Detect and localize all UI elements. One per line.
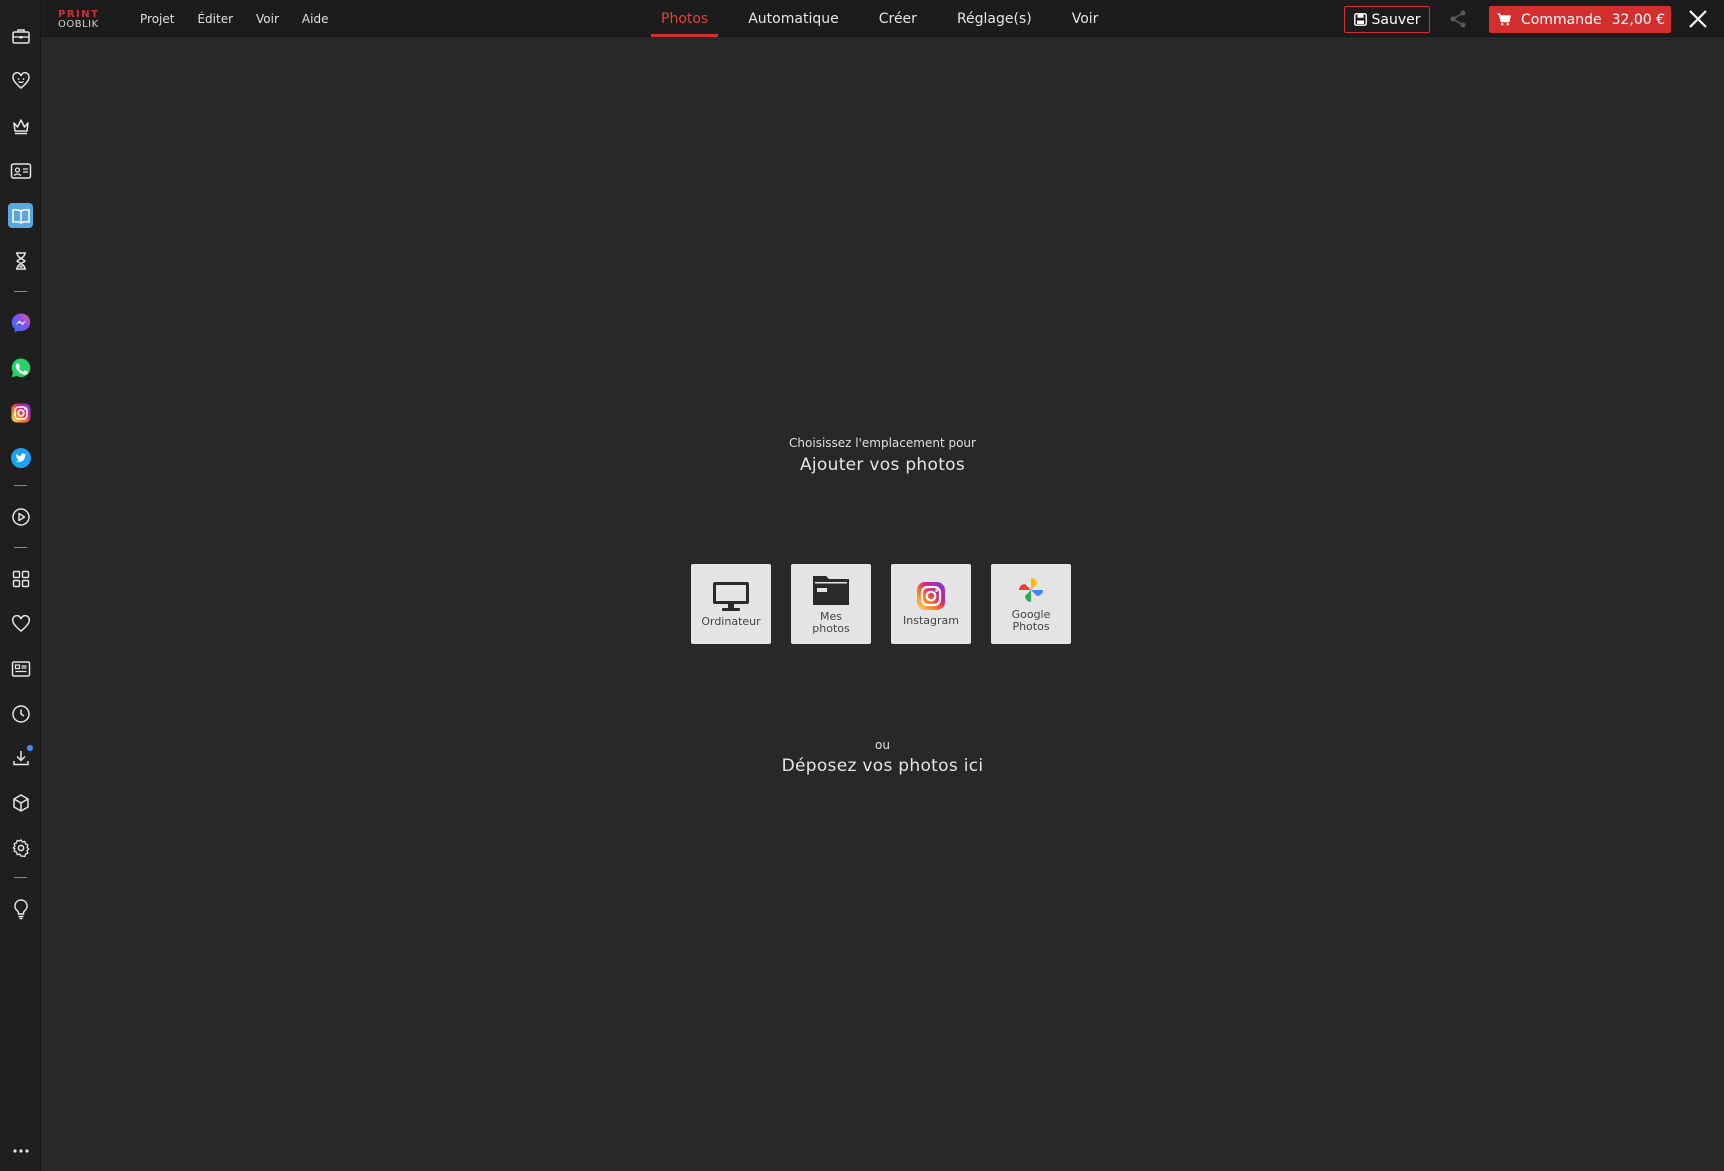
sidebar-divider	[14, 485, 27, 486]
tab-reglages[interactable]: Réglage(s)	[947, 0, 1042, 37]
source-mes-photos-button[interactable]: Mes photos	[791, 564, 871, 644]
source-ordinateur-button[interactable]: Ordinateur	[691, 564, 771, 644]
instagram-icon[interactable]	[8, 400, 33, 425]
messenger-icon[interactable]	[8, 310, 33, 335]
crown-icon[interactable]	[8, 113, 33, 138]
source-label-line-2: Photos	[1012, 620, 1050, 633]
save-button[interactable]: Sauver	[1344, 6, 1430, 33]
twitter-icon[interactable]	[8, 445, 33, 470]
photo-drop-zone[interactable]: Choisissez l'emplacement pour Ajouter vo…	[41, 38, 1724, 1171]
monitor-icon	[713, 582, 749, 611]
drop-photos-label: Déposez vos photos ici	[781, 756, 984, 776]
main-menu: Projet Éditer Voir Aide	[140, 0, 351, 37]
hourglass-icon[interactable]	[8, 248, 33, 273]
tab-photos[interactable]: Photos	[651, 0, 719, 37]
photo-sources: Ordinateur Mes photos Instagram Google P…	[691, 564, 1091, 644]
heart-face-icon[interactable]	[8, 68, 33, 93]
briefcase-icon[interactable]	[8, 23, 33, 48]
sidebar-divider	[14, 547, 27, 548]
save-icon	[1353, 13, 1367, 26]
source-label-line-1: Instagram	[903, 614, 959, 627]
logo-line-2: OOBLIK	[58, 19, 99, 30]
order-label: Commande	[1521, 11, 1602, 28]
cube-icon[interactable]	[8, 790, 33, 815]
add-photos-title: Ajouter vos photos	[799, 455, 966, 475]
choose-location-heading: Choisissez l'emplacement pour Ajouter vo…	[41, 436, 1724, 475]
logo-line-1: PRINT	[58, 9, 100, 20]
menu-editer[interactable]: Éditer	[197, 12, 233, 26]
notification-dot	[27, 745, 33, 751]
order-price: 32,00 €	[1611, 11, 1666, 28]
clock-icon[interactable]	[8, 701, 33, 726]
save-label: Sauver	[1371, 11, 1421, 28]
source-instagram-label: Instagram	[903, 615, 959, 627]
close-icon[interactable]	[1688, 9, 1708, 29]
folder-icon	[813, 576, 849, 605]
tab-automatique[interactable]: Automatique	[738, 0, 848, 37]
source-ordinateur-label: Ordinateur	[701, 616, 760, 628]
tab-voir[interactable]: Voir	[1062, 0, 1109, 37]
whatsapp-icon[interactable]	[8, 355, 33, 380]
tab-creer[interactable]: Créer	[869, 0, 927, 37]
sidebar-divider	[14, 291, 27, 292]
more-icon[interactable]	[8, 1138, 33, 1163]
choose-location-subtitle: Choisissez l'emplacement pour	[789, 436, 976, 450]
menu-voir[interactable]: Voir	[256, 12, 279, 26]
news-icon[interactable]	[8, 656, 33, 681]
instagram-icon	[917, 582, 945, 610]
mode-tabs: Photos Automatique Créer Réglage(s) Voir	[651, 0, 1128, 37]
play-icon[interactable]	[8, 504, 33, 529]
menu-projet[interactable]: Projet	[140, 12, 174, 26]
source-label-line-1: Ordinateur	[701, 615, 761, 628]
sidebar-divider	[14, 877, 27, 878]
cart-icon	[1497, 13, 1511, 26]
gear-icon[interactable]	[8, 835, 33, 860]
source-label-line-2: photos	[812, 622, 850, 635]
lightbulb-icon[interactable]	[8, 896, 33, 921]
download-icon[interactable]	[8, 745, 33, 770]
top-bar: PRINT OOBLIK Projet Éditer Voir Aide Pho…	[41, 0, 1724, 37]
menu-aide[interactable]: Aide	[302, 12, 329, 26]
or-label: ou	[875, 738, 890, 752]
source-instagram-button[interactable]: Instagram	[891, 564, 971, 644]
source-google-photos-label: Google Photos	[1012, 609, 1051, 633]
google-photos-icon	[1019, 578, 1043, 602]
drop-area-text: ou Déposez vos photos ici	[41, 738, 1724, 776]
heart-icon[interactable]	[8, 611, 33, 636]
share-icon[interactable]	[1448, 9, 1468, 29]
photo-card-icon[interactable]	[8, 158, 33, 183]
source-google-photos-button[interactable]: Google Photos	[991, 564, 1071, 644]
left-sidebar	[0, 0, 41, 1171]
grid-icon[interactable]	[8, 566, 33, 591]
order-button[interactable]: Commande 32,00 €	[1489, 6, 1671, 33]
source-mes-photos-label: Mes photos	[812, 611, 849, 635]
brand-logo[interactable]: PRINT OOBLIK	[58, 9, 108, 30]
book-icon[interactable]	[8, 203, 33, 228]
